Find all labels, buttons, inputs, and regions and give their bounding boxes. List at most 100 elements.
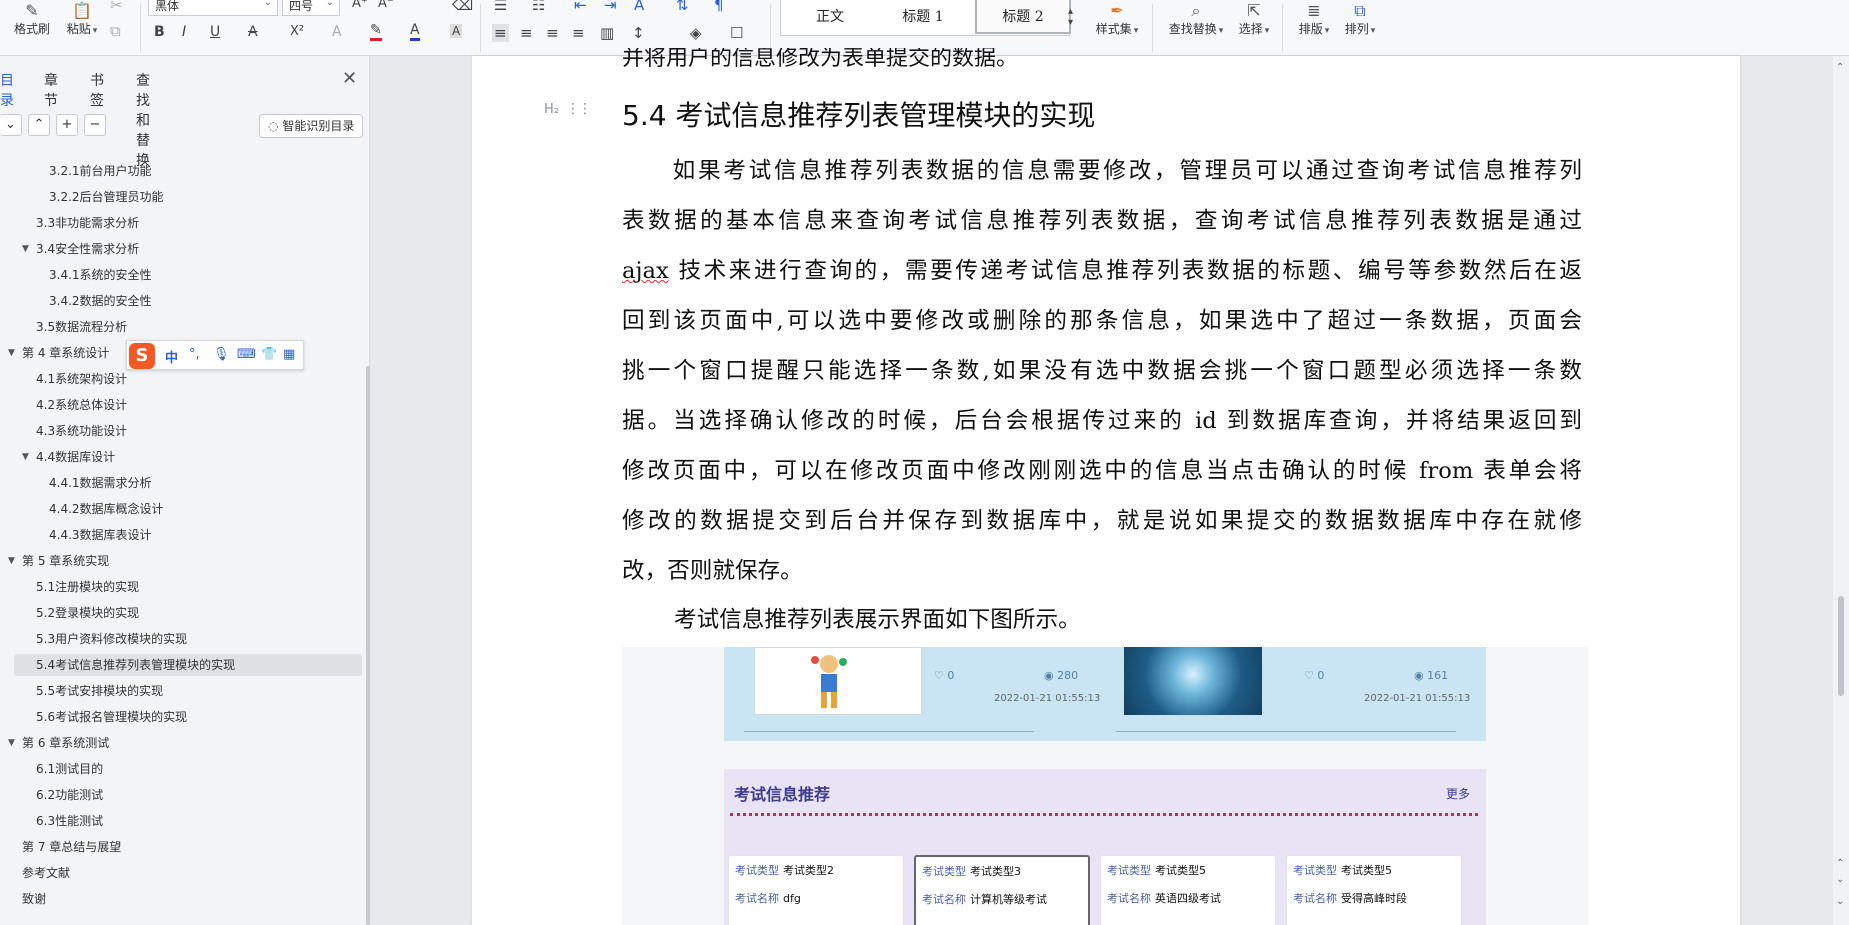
italic-button[interactable]: I xyxy=(182,24,186,40)
tab-chapters[interactable]: 章节 xyxy=(44,70,58,110)
outline-item[interactable]: 6.3性能测试 xyxy=(0,810,362,832)
outline-item[interactable]: 5.5考试安排模块的实现 xyxy=(0,680,362,702)
exam-card[interactable]: 考试类型 考试类型2 考试名称 dfg xyxy=(728,855,904,925)
exam-card[interactable]: 考试类型 考试类型5 考试名称 英语四级考试 xyxy=(1100,855,1276,925)
align-right-icon[interactable]: ≡ xyxy=(546,24,559,42)
tab-toc[interactable]: 目录 xyxy=(0,70,14,110)
line-spacing-icon[interactable]: ↕ xyxy=(632,24,645,42)
copy-icon[interactable]: ⧉ xyxy=(110,22,121,40)
smart-toc-button[interactable]: ◌ 智能识别目录 xyxy=(259,114,363,138)
document-scrollbar[interactable]: ⌃ ⌃ ⌄ ⌄ xyxy=(1833,56,1849,925)
outline-item[interactable]: 4.4.3数据库表设计 xyxy=(0,524,362,546)
outdent-icon[interactable]: ⇤ xyxy=(574,0,587,14)
outline-item[interactable]: 4.3系统功能设计 xyxy=(0,420,362,442)
expand-caret-icon[interactable]: ▼ xyxy=(8,732,15,754)
next-page-icon[interactable]: ⌄ xyxy=(1836,874,1844,885)
underline-button[interactable]: U xyxy=(210,24,220,40)
outline-item[interactable]: ▼ 3.4安全性需求分析 xyxy=(0,238,362,260)
char-shading-icon[interactable]: A xyxy=(450,24,463,38)
exam-card[interactable]: 考试类型 考试类型5 考试名称 受得高峰时段 xyxy=(1286,855,1462,925)
keyboard-icon[interactable]: ⌨ xyxy=(237,347,256,362)
font-size-combo[interactable]: 四号 ⌄ xyxy=(282,0,340,16)
style-gallery-expand-icon[interactable]: ▴ ▾ xyxy=(1068,6,1073,28)
outline-item[interactable]: 5.4考试信息推荐列表管理模块的实现 xyxy=(14,654,362,676)
sogou-logo-icon[interactable]: S xyxy=(129,343,155,369)
outline-item[interactable]: 参考文献 xyxy=(0,862,362,884)
toolbox-icon[interactable]: ▦ xyxy=(283,347,295,362)
bullets-icon[interactable]: ☰ xyxy=(494,0,507,14)
paste-button[interactable]: 📋 粘贴 ▾ xyxy=(62,2,102,37)
outline-item[interactable]: 4.1系统架构设计 xyxy=(0,368,362,390)
style-heading-2[interactable]: 标题 2 xyxy=(975,0,1071,34)
strikethrough-icon[interactable]: A xyxy=(248,24,258,40)
indent-icon[interactable]: ⇥ xyxy=(604,0,617,14)
cut-icon[interactable]: ✂ xyxy=(110,0,123,14)
style-set-button[interactable]: ✒ 样式集 ▾ xyxy=(1090,2,1144,37)
outline-item[interactable]: 3.3非功能需求分析 xyxy=(0,212,362,234)
outline-item[interactable]: 第 7 章总结与展望 xyxy=(0,836,362,858)
close-icon[interactable]: ✕ xyxy=(342,68,357,89)
superscript-button[interactable]: X² xyxy=(290,24,304,39)
punctuation-icon[interactable]: °, xyxy=(189,347,200,362)
highlight-icon[interactable]: ✎ xyxy=(370,22,382,41)
outline-item[interactable]: ▼ 第 6 章系统测试 xyxy=(0,732,362,754)
format-painter-button[interactable]: ✎ 格式刷 xyxy=(12,2,52,37)
drag-handle-icon[interactable]: ⋮⋮ xyxy=(566,101,592,117)
skin-icon[interactable]: 👕 xyxy=(261,347,277,362)
text-direction-icon[interactable]: A xyxy=(634,0,644,14)
more-link[interactable]: 更多 xyxy=(1446,785,1470,802)
outline-item[interactable]: 6.2功能测试 xyxy=(0,784,362,806)
clear-format-icon[interactable]: ⌫ xyxy=(452,0,473,14)
outline-item[interactable]: 4.4.2数据库概念设计 xyxy=(0,498,362,520)
arrange-button[interactable]: ⧉ 排列 ▾ xyxy=(1340,2,1380,37)
distribute-icon[interactable]: ▥ xyxy=(600,24,614,42)
expand-caret-icon[interactable]: ▼ xyxy=(22,238,29,260)
outline-item[interactable]: 5.6考试报名管理模块的实现 xyxy=(0,706,362,728)
outline-item[interactable]: 5.1注册模块的实现 xyxy=(0,576,362,598)
collapse-all-button[interactable]: ⌄ xyxy=(0,114,22,136)
microphone-icon[interactable]: 🎙 xyxy=(213,347,230,362)
scroll-down-icon[interactable]: ⌄ xyxy=(1836,896,1844,907)
select-button[interactable]: ⇱ 选择 ▾ xyxy=(1234,2,1274,37)
expand-up-button[interactable]: ⌃ xyxy=(28,114,50,136)
find-replace-button[interactable]: ⌕ 查找替换 ▾ xyxy=(1164,2,1228,37)
outline-item[interactable]: 致谢 xyxy=(0,888,362,910)
align-center-icon[interactable]: ≡ xyxy=(520,24,533,42)
expand-caret-icon[interactable]: ▼ xyxy=(22,152,29,156)
expand-caret-icon[interactable]: ▼ xyxy=(8,550,15,572)
font-name-combo[interactable]: 黑体 ⌄ xyxy=(148,0,278,16)
nav-scrollbar[interactable] xyxy=(366,366,370,925)
outline-item[interactable]: 3.4.2数据的安全性 xyxy=(0,290,362,312)
numbering-icon[interactable]: ☷ xyxy=(532,0,545,14)
style-heading-1[interactable]: 标题 1 xyxy=(875,0,971,34)
expand-caret-icon[interactable]: ▼ xyxy=(8,342,15,364)
scroll-up-icon[interactable]: ⌃ xyxy=(1836,62,1844,73)
tab-bookmarks[interactable]: 书签 xyxy=(90,70,104,110)
grow-font-icon[interactable]: A⁺ xyxy=(352,0,368,11)
outline-item[interactable]: ▼ 第 5 章系统实现 xyxy=(0,550,362,572)
outline-item[interactable]: 5.3用户资料修改模块的实现 xyxy=(0,628,362,650)
outline-item[interactable]: 4.4.1数据需求分析 xyxy=(0,472,362,494)
expand-caret-icon[interactable]: ▼ xyxy=(22,446,29,468)
outline-item[interactable]: 3.2.2后台管理员功能 xyxy=(0,186,362,208)
add-heading-button[interactable]: + xyxy=(56,114,78,136)
ime-mode[interactable]: 中 xyxy=(165,347,178,366)
outline-item[interactable]: 6.1测试目的 xyxy=(0,758,362,780)
scrollbar-thumb[interactable] xyxy=(1838,596,1844,696)
borders-icon[interactable]: ☐ xyxy=(730,24,743,42)
outline-item[interactable]: 5.2登录模块的实现 xyxy=(0,602,362,624)
show-marks-icon[interactable]: ¶ xyxy=(714,0,724,14)
align-left-icon[interactable]: ≡ xyxy=(492,24,509,42)
outline-item[interactable]: ▼ 4.4数据库设计 xyxy=(0,446,362,468)
outline-item[interactable]: 4.2系统总体设计 xyxy=(0,394,362,416)
sort-icon[interactable]: ⇅ xyxy=(676,0,689,14)
outline-item[interactable]: ▼ 3.2功能需求分析 xyxy=(0,152,362,156)
justify-icon[interactable]: ≡ xyxy=(572,24,585,42)
bold-button[interactable]: B xyxy=(154,24,165,40)
outline-item[interactable]: 3.2.1前台用户功能 xyxy=(0,160,362,182)
prev-page-icon[interactable]: ⌃ xyxy=(1836,858,1844,869)
layout-button[interactable]: ≣ 排版 ▾ xyxy=(1294,2,1334,37)
font-color-icon[interactable]: A xyxy=(410,22,420,41)
shrink-font-icon[interactable]: A⁻ xyxy=(378,0,394,11)
embedded-screenshot[interactable]: ♡ 0 ◉ 280 2022-01-21 01:55:13 ♡ 0 ◉ 161 … xyxy=(622,647,1588,925)
